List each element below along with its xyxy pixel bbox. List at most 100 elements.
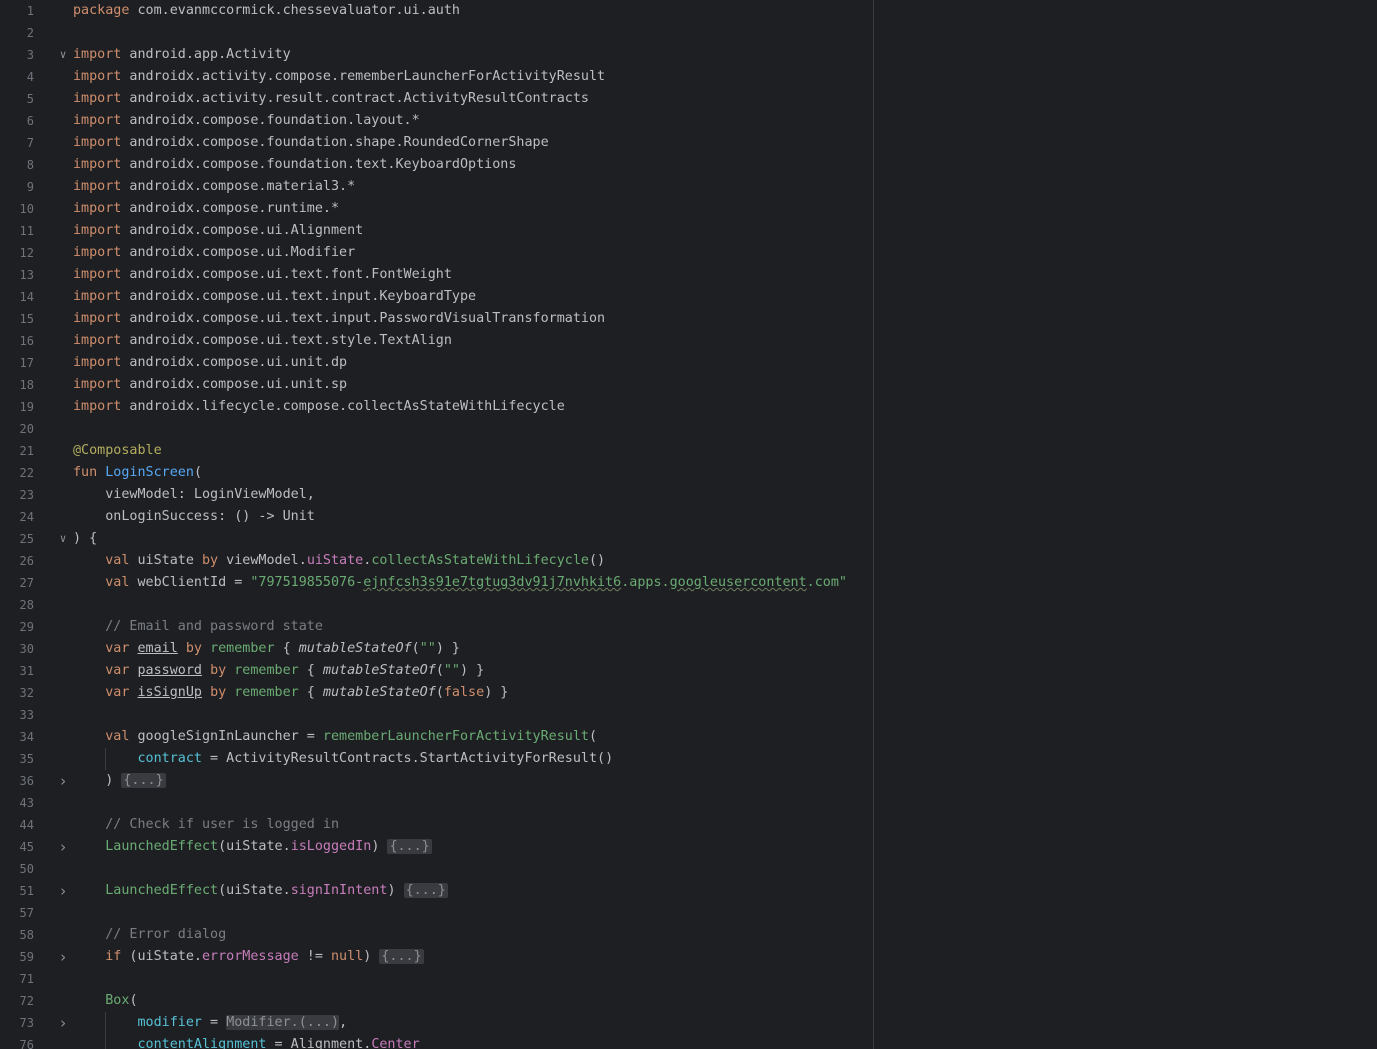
line-number[interactable]: 30 bbox=[0, 638, 34, 660]
line-number[interactable]: 20 bbox=[0, 418, 34, 440]
code-text[interactable]: LaunchedEffect(uiState.signInIntent) {..… bbox=[73, 880, 448, 902]
code-text[interactable]: import android.app.Activity bbox=[73, 44, 291, 66]
line-number[interactable]: 34 bbox=[0, 726, 34, 748]
code-text[interactable]: import androidx.compose.ui.text.font.Fon… bbox=[73, 264, 452, 286]
code-text[interactable]: import androidx.activity.result.contract… bbox=[73, 88, 589, 110]
line-number[interactable]: 13 bbox=[0, 264, 34, 286]
line-number[interactable]: 16 bbox=[0, 330, 34, 352]
line-number[interactable]: 15 bbox=[0, 308, 34, 330]
line-number[interactable]: 29 bbox=[0, 616, 34, 638]
code-line[interactable]: 27 val webClientId = "797519855076-ejnfc… bbox=[0, 572, 1377, 594]
code-line[interactable]: 4 import androidx.activity.compose.rememb… bbox=[0, 66, 1377, 88]
line-number[interactable]: 18 bbox=[0, 374, 34, 396]
code-line[interactable]: 24 onLoginSuccess: () -> Unit bbox=[0, 506, 1377, 528]
code-text[interactable]: import androidx.compose.foundation.text.… bbox=[73, 154, 516, 176]
line-number[interactable]: 5 bbox=[0, 88, 34, 110]
code-line[interactable]: 3 ∨ import android.app.Activity bbox=[0, 44, 1377, 66]
fold-collapsed-chevron-icon[interactable]: › bbox=[57, 946, 69, 968]
line-number[interactable]: 76 bbox=[0, 1034, 34, 1049]
line-number[interactable]: 31 bbox=[0, 660, 34, 682]
line-number[interactable]: 7 bbox=[0, 132, 34, 154]
code-line[interactable]: 13 import androidx.compose.ui.text.font.F… bbox=[0, 264, 1377, 286]
code-line[interactable]: 9 import androidx.compose.material3.* bbox=[0, 176, 1377, 198]
code-line[interactable]: 19 import androidx.lifecycle.compose.coll… bbox=[0, 396, 1377, 418]
code-text[interactable]: import androidx.compose.ui.unit.sp bbox=[73, 374, 347, 396]
code-line[interactable]: 51 › LaunchedEffect(uiState.signInIntent)… bbox=[0, 880, 1377, 902]
line-number[interactable]: 25 bbox=[0, 528, 34, 550]
line-number[interactable]: 59 bbox=[0, 946, 34, 968]
fold-collapsed-chevron-icon[interactable]: › bbox=[57, 836, 69, 858]
code-line[interactable]: 50 bbox=[0, 858, 1377, 880]
code-line[interactable]: 35 contract = ActivityResultContracts.St… bbox=[0, 748, 1377, 770]
line-number[interactable]: 17 bbox=[0, 352, 34, 374]
line-number[interactable]: 19 bbox=[0, 396, 34, 418]
code-text[interactable]: modifier = Modifier.(...), bbox=[73, 1012, 347, 1034]
code-line[interactable]: 5 import androidx.activity.result.contrac… bbox=[0, 88, 1377, 110]
line-number[interactable]: 58 bbox=[0, 924, 34, 946]
line-number[interactable]: 10 bbox=[0, 198, 34, 220]
code-text[interactable]: import androidx.compose.ui.text.style.Te… bbox=[73, 330, 452, 352]
code-line[interactable]: 16 import androidx.compose.ui.text.style.… bbox=[0, 330, 1377, 352]
code-line[interactable]: 71 bbox=[0, 968, 1377, 990]
line-number[interactable]: 71 bbox=[0, 968, 34, 990]
code-text[interactable]: import androidx.compose.ui.Modifier bbox=[73, 242, 355, 264]
code-line[interactable]: 57 bbox=[0, 902, 1377, 924]
code-text[interactable]: var isSignUp by remember { mutableStateO… bbox=[73, 682, 508, 704]
code-line[interactable]: 32 var isSignUp by remember { mutableSta… bbox=[0, 682, 1377, 704]
folded-region[interactable]: {...} bbox=[379, 949, 424, 964]
line-number[interactable]: 1 bbox=[0, 0, 34, 22]
code-text[interactable]: import androidx.compose.ui.unit.dp bbox=[73, 352, 347, 374]
code-line[interactable]: 22 fun LoginScreen( bbox=[0, 462, 1377, 484]
folded-region[interactable]: Modifier.(...) bbox=[226, 1015, 340, 1030]
code-text[interactable]: import androidx.activity.compose.remembe… bbox=[73, 66, 605, 88]
code-line[interactable]: 33 bbox=[0, 704, 1377, 726]
line-number[interactable]: 72 bbox=[0, 990, 34, 1012]
code-line[interactable]: 23 viewModel: LoginViewModel, bbox=[0, 484, 1377, 506]
code-text[interactable]: import androidx.compose.material3.* bbox=[73, 176, 355, 198]
line-number[interactable]: 27 bbox=[0, 572, 34, 594]
folded-region[interactable]: {...} bbox=[387, 839, 432, 854]
fold-collapsed-chevron-icon[interactable]: › bbox=[57, 880, 69, 902]
code-editor[interactable]: 1 package com.evanmccormick.chessevaluato… bbox=[0, 0, 1377, 1049]
code-text[interactable]: import androidx.compose.foundation.shape… bbox=[73, 132, 549, 154]
line-number[interactable]: 21 bbox=[0, 440, 34, 462]
code-text[interactable]: ) {...} bbox=[73, 770, 166, 792]
line-number[interactable]: 8 bbox=[0, 154, 34, 176]
line-number[interactable]: 28 bbox=[0, 594, 34, 616]
code-text[interactable]: import androidx.compose.ui.Alignment bbox=[73, 220, 363, 242]
line-number[interactable]: 14 bbox=[0, 286, 34, 308]
code-line[interactable]: 72 Box( bbox=[0, 990, 1377, 1012]
line-number[interactable]: 73 bbox=[0, 1012, 34, 1034]
code-text[interactable]: import androidx.lifecycle.compose.collec… bbox=[73, 396, 565, 418]
code-line[interactable]: 31 var password by remember { mutableSta… bbox=[0, 660, 1377, 682]
fold-collapsed-chevron-icon[interactable]: › bbox=[57, 1012, 69, 1034]
line-number[interactable]: 24 bbox=[0, 506, 34, 528]
code-line[interactable]: 58 // Error dialog bbox=[0, 924, 1377, 946]
line-number[interactable]: 32 bbox=[0, 682, 34, 704]
line-number[interactable]: 11 bbox=[0, 220, 34, 242]
code-line[interactable]: 18 import androidx.compose.ui.unit.sp bbox=[0, 374, 1377, 396]
code-line[interactable]: 17 import androidx.compose.ui.unit.dp bbox=[0, 352, 1377, 374]
code-text[interactable]: if (uiState.errorMessage != null) {...} bbox=[73, 946, 424, 968]
code-text[interactable]: @Composable bbox=[73, 440, 162, 462]
code-line[interactable]: 26 val uiState by viewModel.uiState.coll… bbox=[0, 550, 1377, 572]
code-text[interactable]: val uiState by viewModel.uiState.collect… bbox=[73, 550, 605, 572]
line-number[interactable]: 3 bbox=[0, 44, 34, 66]
code-text[interactable]: // Check if user is logged in bbox=[73, 814, 339, 836]
line-number[interactable]: 33 bbox=[0, 704, 34, 726]
code-line[interactable]: 44 // Check if user is logged in bbox=[0, 814, 1377, 836]
line-number[interactable]: 9 bbox=[0, 176, 34, 198]
code-line[interactable]: 8 import androidx.compose.foundation.text… bbox=[0, 154, 1377, 176]
code-line[interactable]: 76 contentAlignment = Alignment.Center bbox=[0, 1034, 1377, 1049]
line-number[interactable]: 36 bbox=[0, 770, 34, 792]
line-number[interactable]: 35 bbox=[0, 748, 34, 770]
line-number[interactable]: 50 bbox=[0, 858, 34, 880]
code-line[interactable]: 6 import androidx.compose.foundation.layo… bbox=[0, 110, 1377, 132]
code-text[interactable]: LaunchedEffect(uiState.isLoggedIn) {...} bbox=[73, 836, 432, 858]
code-line[interactable]: 15 import androidx.compose.ui.text.input.… bbox=[0, 308, 1377, 330]
folded-region[interactable]: {...} bbox=[403, 883, 448, 898]
code-text[interactable]: import androidx.compose.ui.text.input.Pa… bbox=[73, 308, 605, 330]
line-number[interactable]: 2 bbox=[0, 22, 34, 44]
line-number[interactable]: 57 bbox=[0, 902, 34, 924]
code-text[interactable]: var password by remember { mutableStateO… bbox=[73, 660, 484, 682]
